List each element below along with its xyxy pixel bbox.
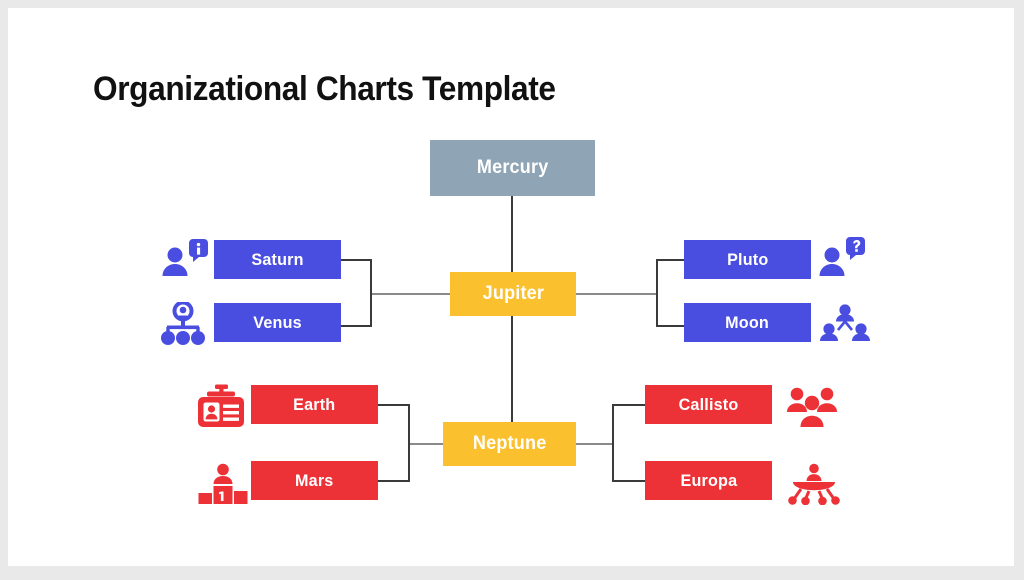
connector-mercury-jupiter: [511, 196, 513, 272]
connector-neptune-right-stem: [576, 443, 613, 445]
person-question-icon: [818, 236, 866, 282]
connector-europa-branch: [612, 480, 646, 482]
id-badge-icon: [196, 384, 246, 428]
connector-bottom-left-spine: [408, 404, 410, 482]
node-jupiter-label: Jupiter: [482, 283, 544, 304]
connector-jupiter-neptune: [511, 316, 513, 422]
page-title-text: Organizational Charts Template: [93, 70, 556, 108]
node-venus-label: Venus: [253, 312, 302, 332]
connector-bottom-right-spine: [612, 404, 614, 482]
node-saturn[interactable]: Saturn: [214, 240, 341, 279]
node-callisto[interactable]: Callisto: [645, 385, 772, 424]
connector-top-left-spine: [370, 259, 372, 327]
node-jupiter[interactable]: Jupiter: [450, 272, 576, 316]
meeting-table-icon: [788, 463, 840, 505]
connector-jupiter-left-stem: [370, 293, 452, 295]
node-pluto[interactable]: Pluto: [684, 240, 811, 279]
node-mars-label: Mars: [295, 470, 334, 490]
connector-neptune-left-stem: [408, 443, 445, 445]
node-moon-label: Moon: [725, 312, 770, 332]
person-info-icon: [160, 238, 208, 282]
node-saturn-label: Saturn: [251, 249, 304, 269]
connector-venus-branch: [340, 325, 372, 327]
node-neptune[interactable]: Neptune: [443, 422, 576, 466]
chart-area: Organizational Charts Template Mercury J…: [8, 8, 1014, 566]
node-neptune-label: Neptune: [472, 433, 547, 454]
node-europa-label: Europa: [680, 470, 737, 490]
node-pluto-label: Pluto: [726, 249, 769, 269]
page-title: Organizational Charts Template: [93, 70, 556, 109]
node-moon[interactable]: Moon: [684, 303, 811, 342]
node-mercury-label: Mercury: [476, 157, 549, 178]
slide-canvas: Organizational Charts Template Mercury J…: [8, 8, 1014, 566]
node-callisto-label: Callisto: [678, 394, 739, 414]
hierarchy-icon: [158, 302, 208, 346]
node-europa[interactable]: Europa: [645, 461, 772, 500]
podium-winner-icon: [198, 463, 248, 505]
node-earth[interactable]: Earth: [251, 385, 378, 424]
connector-earth-branch: [376, 404, 410, 406]
connector-saturn-branch: [340, 259, 372, 261]
node-mercury[interactable]: Mercury: [430, 140, 595, 196]
people-group-icon: [786, 386, 838, 428]
connector-jupiter-right-stem: [576, 293, 658, 295]
node-venus[interactable]: Venus: [214, 303, 341, 342]
connector-mars-branch: [376, 480, 410, 482]
node-mars[interactable]: Mars: [251, 461, 378, 500]
node-earth-label: Earth: [293, 394, 336, 414]
connector-top-right-spine: [656, 259, 658, 327]
connector-callisto-branch: [612, 404, 646, 406]
team-network-icon: [820, 304, 870, 346]
